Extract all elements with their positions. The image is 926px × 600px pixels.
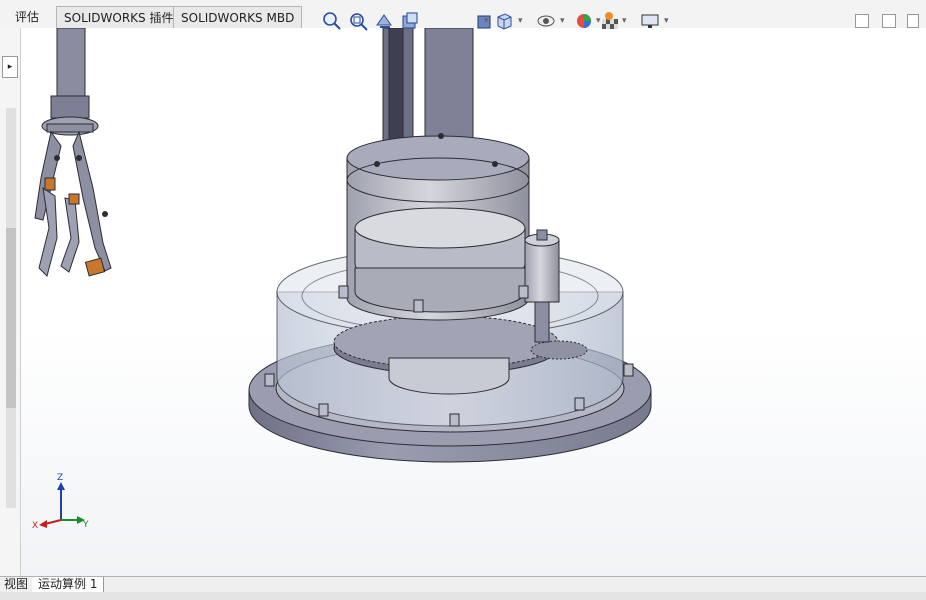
restore-window-icon[interactable]: [855, 14, 869, 28]
previous-view-icon[interactable]: [374, 11, 394, 31]
graphics-area[interactable]: Z Y X: [21, 28, 926, 576]
tree-scroll-thumb[interactable]: [6, 228, 16, 408]
tab-motion-study-1[interactable]: 运动算例 1: [32, 577, 105, 593]
view-orientation-dropdown-icon[interactable]: ▾: [518, 15, 523, 27]
tab-solidworks-mbd[interactable]: SOLIDWORKS MBD: [173, 6, 303, 28]
apply-scene-dropdown-icon[interactable]: ▾: [622, 15, 627, 27]
coordinate-triad: Z Y X: [32, 473, 89, 531]
tab-evaluate-label: 评估: [15, 10, 40, 24]
bearing-stack: [346, 133, 530, 321]
zoom-to-area-icon[interactable]: [348, 11, 368, 31]
view-settings-icon[interactable]: [640, 11, 660, 31]
hide-show-items-icon[interactable]: [536, 11, 556, 31]
tab-model-view[interactable]: 视图: [0, 577, 36, 593]
gripper-assembly: [34, 28, 112, 277]
apply-scene-icon[interactable]: [600, 11, 620, 31]
tab-evaluate[interactable]: 评估: [8, 6, 46, 28]
tab-solidworks-mbd-label: SOLIDWORKS MBD: [181, 11, 295, 25]
triad-z-label: Z: [57, 473, 63, 483]
view-settings-dropdown-icon[interactable]: ▾: [664, 15, 669, 27]
triad-x-label: X: [32, 521, 38, 531]
hide-show-dropdown-icon[interactable]: ▾: [560, 15, 565, 27]
bottom-tab-strip: 视图 运动算例 1: [0, 576, 926, 593]
close-window-icon[interactable]: [907, 14, 919, 28]
triad-y-label: Y: [82, 520, 89, 530]
zoom-to-fit-icon[interactable]: [322, 11, 342, 31]
feature-manager-panel[interactable]: ▸: [0, 28, 21, 576]
tab-model-view-label: 视图: [4, 577, 29, 591]
tab-motion-study-1-label: 运动算例 1: [38, 577, 98, 591]
tab-solidworks-addins-label: SOLIDWORKS 插件: [64, 11, 174, 25]
heads-up-view-toolbar: ▾ ▾ ▾ ▾ ▾ ▾: [322, 11, 682, 33]
view-orientation-icon[interactable]: [494, 11, 514, 31]
display-style-dropdown-icon[interactable]: ▾: [484, 15, 489, 27]
tree-expand-button[interactable]: ▸: [2, 56, 18, 78]
maximize-window-icon[interactable]: [882, 14, 896, 28]
edit-appearance-icon[interactable]: [574, 11, 594, 31]
section-view-icon[interactable]: [400, 11, 420, 31]
robot-arm-model: Z Y X: [32, 28, 652, 531]
tab-solidworks-addins[interactable]: SOLIDWORKS 插件: [56, 6, 182, 28]
status-bar: [0, 592, 926, 600]
